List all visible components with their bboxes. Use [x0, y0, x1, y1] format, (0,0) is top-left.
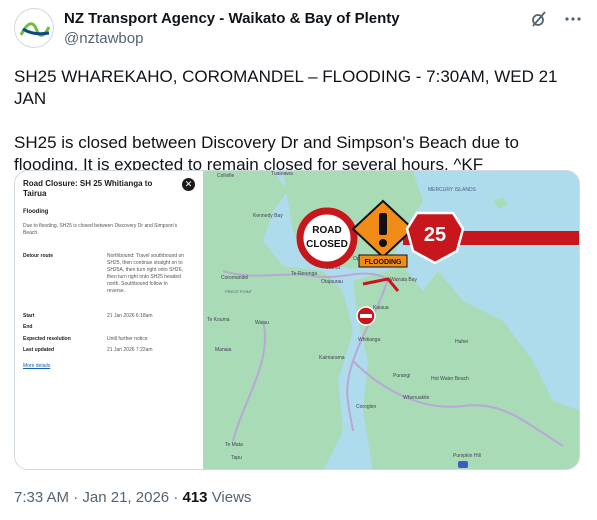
map-place-label: Whitianga	[358, 337, 380, 343]
panel-row-label: Last updated	[23, 347, 55, 353]
map-place-label: Coliville	[217, 173, 234, 179]
map-place-label: Waiau	[255, 320, 269, 326]
road-map: Coliville Tuateawa MERCURY ISLANDS Kenne…	[203, 171, 579, 469]
highway-number-label: 25	[424, 224, 446, 246]
account-handle[interactable]: @nztawbop	[64, 29, 400, 49]
map-place-label: Kennedy Bay	[253, 213, 283, 219]
panel-row-label: Detour route	[23, 253, 53, 259]
views-count[interactable]: 413	[182, 489, 207, 506]
map-place-label: Tuateawa	[271, 171, 293, 177]
flooding-sign-label: FLOODING	[365, 259, 402, 266]
road-closed-sign-icon: ROAD CLOSED	[296, 207, 358, 269]
map-place-label: Kaimarama	[319, 355, 345, 361]
road-closed-sign-line2: CLOSED	[306, 239, 348, 250]
panel-row-label: Start	[23, 313, 35, 319]
tweet-headline: SH25 WHAREKAHO, COROMANDEL – FLOODING - …	[14, 67, 558, 108]
map-place-label: Kaiaua	[373, 305, 389, 311]
map-place-label: Manaia	[215, 347, 232, 353]
tweet-header: NZ Transport Agency - Waikato & Bay of P…	[14, 6, 583, 50]
map-place-label: Otajaurau	[321, 279, 343, 285]
closure-marker-bar	[360, 314, 372, 318]
map-place-label: Te-Rerenga	[291, 271, 317, 277]
map-place-label: Te Mata	[225, 442, 243, 448]
map-place-label: Pumpkin Hill	[453, 453, 481, 459]
panel-row-value: Until further notice	[107, 336, 148, 342]
panel-row-value: 21 Jan 2026 7:22am	[107, 347, 153, 353]
map-place-label: MERCURY ISLANDS	[428, 187, 477, 193]
tweet-date[interactable]: Jan 21, 2026	[82, 489, 169, 506]
map-place-label: Hot Water Beach	[431, 376, 469, 382]
map-place-label: Purangi	[393, 373, 410, 379]
road-closure-panel: Road Closure: SH 25 Whitianga to Tairua …	[15, 171, 203, 469]
map-place-label: Coroglen	[356, 404, 377, 410]
views-label: Views	[211, 489, 252, 506]
close-icon: ✕	[182, 178, 195, 191]
map-place-label: Coromandel	[221, 275, 248, 281]
account-display-name[interactable]: NZ Transport Agency - Waikato & Bay of P…	[64, 9, 400, 29]
map-place-label: Hahei	[455, 339, 468, 345]
map-place-label: Te Kouma	[207, 317, 230, 323]
panel-subtitle: Flooding	[23, 209, 49, 215]
panel-description: Due to flooding, SH25 is closed between …	[23, 223, 178, 236]
tweet-media-image[interactable]: Road Closure: SH 25 Whitianga to Tairua …	[14, 170, 580, 470]
panel-row-value: Northbound: Travel southbound on SH25, t…	[107, 253, 184, 294]
separator-dot: ·	[173, 489, 179, 506]
more-details-link: More details	[23, 363, 51, 369]
tweet-footer-meta: 7:33 AM · Jan 21, 2026 · 413 Views	[14, 488, 251, 508]
grok-icon[interactable]	[529, 10, 549, 30]
map-place-label: Tapu	[231, 455, 242, 461]
account-avatar[interactable]	[14, 8, 54, 48]
more-options-icon[interactable]	[563, 10, 583, 30]
vehicle-icon	[458, 461, 468, 468]
tweet-time[interactable]: 7:33 AM	[14, 489, 69, 506]
nzta-logo-icon	[19, 22, 51, 37]
panel-row-value: 21 Jan 2026 6:18am	[107, 313, 153, 319]
map-place-label: PRECE POINT	[225, 289, 253, 294]
separator-dot: ·	[73, 489, 79, 506]
map-place-label: Wairata Bay	[390, 277, 418, 283]
road-closed-sign-line1: ROAD	[312, 225, 341, 236]
panel-row-label: Expected resolution	[23, 336, 71, 342]
panel-title: Road Closure: SH 25 Whitianga to Tairua	[23, 179, 153, 198]
map-place-label: Whenuakite	[403, 395, 430, 401]
panel-row-label: End	[23, 324, 33, 330]
